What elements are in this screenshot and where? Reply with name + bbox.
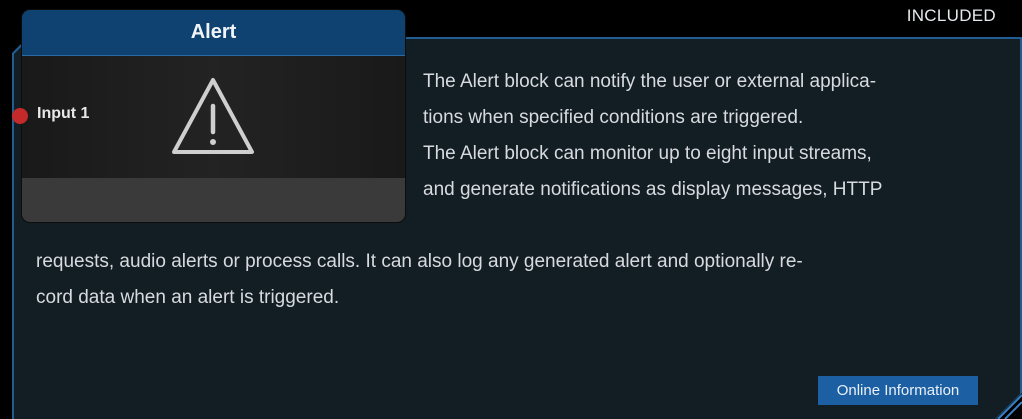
description-line: The Alert block can notify the user or e… [423,71,877,92]
description-line: requests, audio alerts or process calls.… [36,251,803,272]
description-top: The Alert block can notify the user or e… [423,64,1003,208]
input-port-dot[interactable] [12,108,28,124]
description-line: The Alert block can monitor up to eight … [423,143,872,164]
description-line: and generate notifications as display me… [423,179,883,200]
description-bottom: requests, audio alerts or process calls.… [36,244,1002,316]
included-badge: INCLUDED [906,6,996,25]
input-port-label: Input 1 [37,105,90,122]
online-information-button[interactable]: Online Information [818,376,978,405]
description-line: tions when specified conditions are trig… [423,107,804,128]
warning-triangle-icon [172,78,254,154]
block-footer [22,178,405,222]
description-line: cord data when an alert is triggered. [36,287,340,308]
block-title: Alert [22,10,405,56]
corner-decoration [997,394,1022,419]
